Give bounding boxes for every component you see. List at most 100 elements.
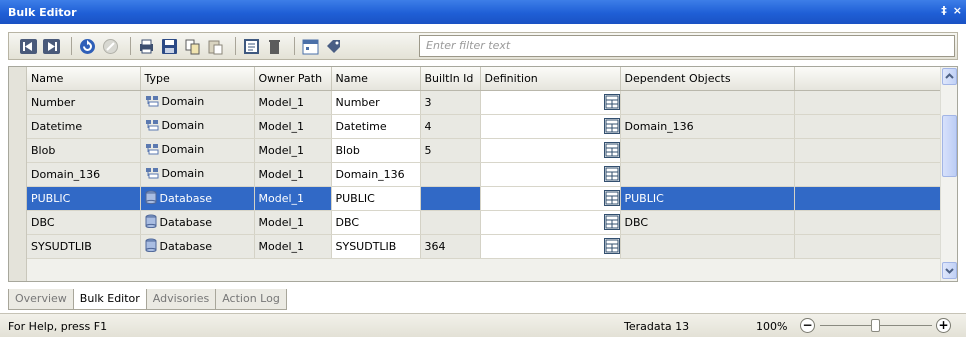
cell-builtin-id[interactable]: 364	[420, 234, 481, 259]
table-row[interactable]: PUBLIC Database Model_1 PUBLIC PUBLIC	[27, 186, 943, 211]
cell-dependent-objects[interactable]: DBC	[620, 210, 795, 235]
cell-builtin-id[interactable]	[420, 186, 481, 211]
vertical-scrollbar[interactable]	[940, 67, 957, 281]
cell-name[interactable]: Domain_136	[27, 162, 141, 187]
definition-editor-icon[interactable]	[603, 117, 619, 134]
cell-builtin-id[interactable]: 3	[420, 90, 481, 115]
cell-name[interactable]: SYSUDTLIB	[27, 234, 141, 259]
first-record-icon[interactable]	[19, 37, 38, 56]
cell-type[interactable]: Database	[140, 186, 255, 211]
status-database-version: Teradata 13	[624, 320, 690, 333]
cell-builtin-id[interactable]: 5	[420, 138, 481, 163]
cell-dependent-objects[interactable]: PUBLIC	[620, 186, 795, 211]
zoom-in-button[interactable]: +	[936, 318, 951, 333]
table-row[interactable]: SYSUDTLIB Database Model_1 SYSUDTLIB 364	[27, 234, 943, 259]
close-icon[interactable]: ×	[953, 4, 962, 17]
cell-builtin-id[interactable]	[420, 210, 481, 235]
print-icon[interactable]	[137, 37, 156, 56]
column-header-definition[interactable]: Definition	[480, 67, 621, 91]
paste-icon[interactable]	[206, 37, 225, 56]
cell-type[interactable]: Domain	[140, 138, 255, 163]
cell-name-editable[interactable]: Domain_136	[331, 162, 421, 187]
cell-owner-path[interactable]: Model_1	[254, 186, 332, 211]
delete-icon[interactable]	[265, 37, 284, 56]
cell-name[interactable]: Number	[27, 90, 141, 115]
tag-icon[interactable]	[324, 37, 343, 56]
last-record-icon[interactable]	[42, 37, 61, 56]
cell-definition[interactable]	[480, 138, 621, 163]
refresh-icon[interactable]	[78, 37, 97, 56]
definition-editor-icon[interactable]	[603, 237, 619, 254]
column-header-name[interactable]: Name	[27, 67, 141, 91]
cell-definition[interactable]	[480, 210, 621, 235]
cell-definition[interactable]	[480, 162, 621, 187]
cell-owner-path[interactable]: Model_1	[254, 234, 332, 259]
definition-editor-icon[interactable]	[603, 141, 619, 158]
tab-bulk-editor[interactable]: Bulk Editor	[72, 289, 147, 310]
tab-advisories[interactable]: Advisories	[145, 289, 217, 310]
cell-type[interactable]: Database	[140, 210, 255, 235]
cell-type[interactable]: Domain	[140, 90, 255, 115]
properties-icon[interactable]	[242, 37, 261, 56]
cell-definition[interactable]	[480, 90, 621, 115]
cell-definition[interactable]	[480, 114, 621, 139]
scroll-up-button[interactable]	[942, 68, 957, 85]
cell-definition[interactable]	[480, 186, 621, 211]
table-row[interactable]: Datetime Domain Model_1 Datetime 4 Domain_136	[27, 114, 943, 139]
save-icon[interactable]	[160, 37, 179, 56]
definition-editor-icon[interactable]	[603, 189, 619, 206]
cell-dependent-objects[interactable]	[620, 138, 795, 163]
cell-type[interactable]: Database	[140, 234, 255, 259]
table-row[interactable]: Domain_136 Domain Model_1 Domain_136	[27, 162, 943, 187]
cell-type[interactable]: Domain	[140, 162, 255, 187]
scroll-thumb[interactable]	[942, 115, 957, 177]
table-row[interactable]: Blob Domain Model_1 Blob 5	[27, 138, 943, 163]
table-row[interactable]: DBC Database Model_1 DBC DBC	[27, 210, 943, 235]
filter-input[interactable]: Enter filter text	[419, 35, 955, 57]
cell-name[interactable]: Blob	[27, 138, 141, 163]
cell-builtin-id[interactable]: 4	[420, 114, 481, 139]
cell-type[interactable]: Domain	[140, 114, 255, 139]
table-row[interactable]: Number Domain Model_1 Number 3	[27, 90, 943, 115]
cell-owner-path[interactable]: Model_1	[254, 114, 332, 139]
cell-owner-path[interactable]: Model_1	[254, 138, 332, 163]
definition-editor-icon[interactable]	[603, 165, 619, 182]
cell-name[interactable]: Datetime	[27, 114, 141, 139]
copy-icon[interactable]	[183, 37, 202, 56]
column-header-name-2[interactable]: Name	[331, 67, 421, 91]
cell-name-editable[interactable]: Blob	[331, 138, 421, 163]
tab-overview[interactable]: Overview	[8, 289, 74, 310]
cell-dependent-objects[interactable]	[620, 90, 795, 115]
column-header-owner-path[interactable]: Owner Path	[254, 67, 332, 91]
definition-editor-icon[interactable]	[603, 93, 619, 110]
cell-name-editable[interactable]: DBC	[331, 210, 421, 235]
tab-action-log[interactable]: Action Log	[215, 289, 287, 310]
properties-table: Name Type Owner Path Name BuiltIn Id Def…	[27, 67, 943, 259]
cell-name[interactable]: PUBLIC	[27, 186, 141, 211]
scroll-down-button[interactable]	[942, 262, 957, 279]
column-header-type[interactable]: Type	[140, 67, 255, 91]
cell-owner-path[interactable]: Model_1	[254, 162, 332, 187]
cell-name-editable[interactable]: PUBLIC	[331, 186, 421, 211]
cell-owner-path[interactable]: Model_1	[254, 210, 332, 235]
zoom-slider-thumb[interactable]	[871, 319, 880, 332]
cell-builtin-id[interactable]	[420, 162, 481, 187]
cell-name-editable[interactable]: Datetime	[331, 114, 421, 139]
cancel-icon[interactable]	[101, 37, 120, 56]
cell-type-label: Database	[159, 191, 213, 205]
cell-name[interactable]: DBC	[27, 210, 141, 235]
column-header-dependent-objects[interactable]: Dependent Objects	[620, 67, 795, 91]
zoom-out-button[interactable]: −	[800, 318, 815, 333]
cell-dependent-objects[interactable]: Domain_136	[620, 114, 795, 139]
column-header-builtin-id[interactable]: BuiltIn Id	[420, 67, 481, 91]
cell-definition[interactable]	[480, 234, 621, 259]
cell-name-editable[interactable]: Number	[331, 90, 421, 115]
cell-dependent-objects[interactable]	[620, 234, 795, 259]
cell-dependent-objects[interactable]	[620, 162, 795, 187]
pin-icon[interactable]: ‡	[941, 4, 947, 17]
cell-name-editable[interactable]: SYSUDTLIB	[331, 234, 421, 259]
calendar-icon[interactable]	[301, 37, 320, 56]
domain-icon	[145, 95, 159, 110]
definition-editor-icon[interactable]	[603, 213, 619, 230]
cell-owner-path[interactable]: Model_1	[254, 90, 332, 115]
